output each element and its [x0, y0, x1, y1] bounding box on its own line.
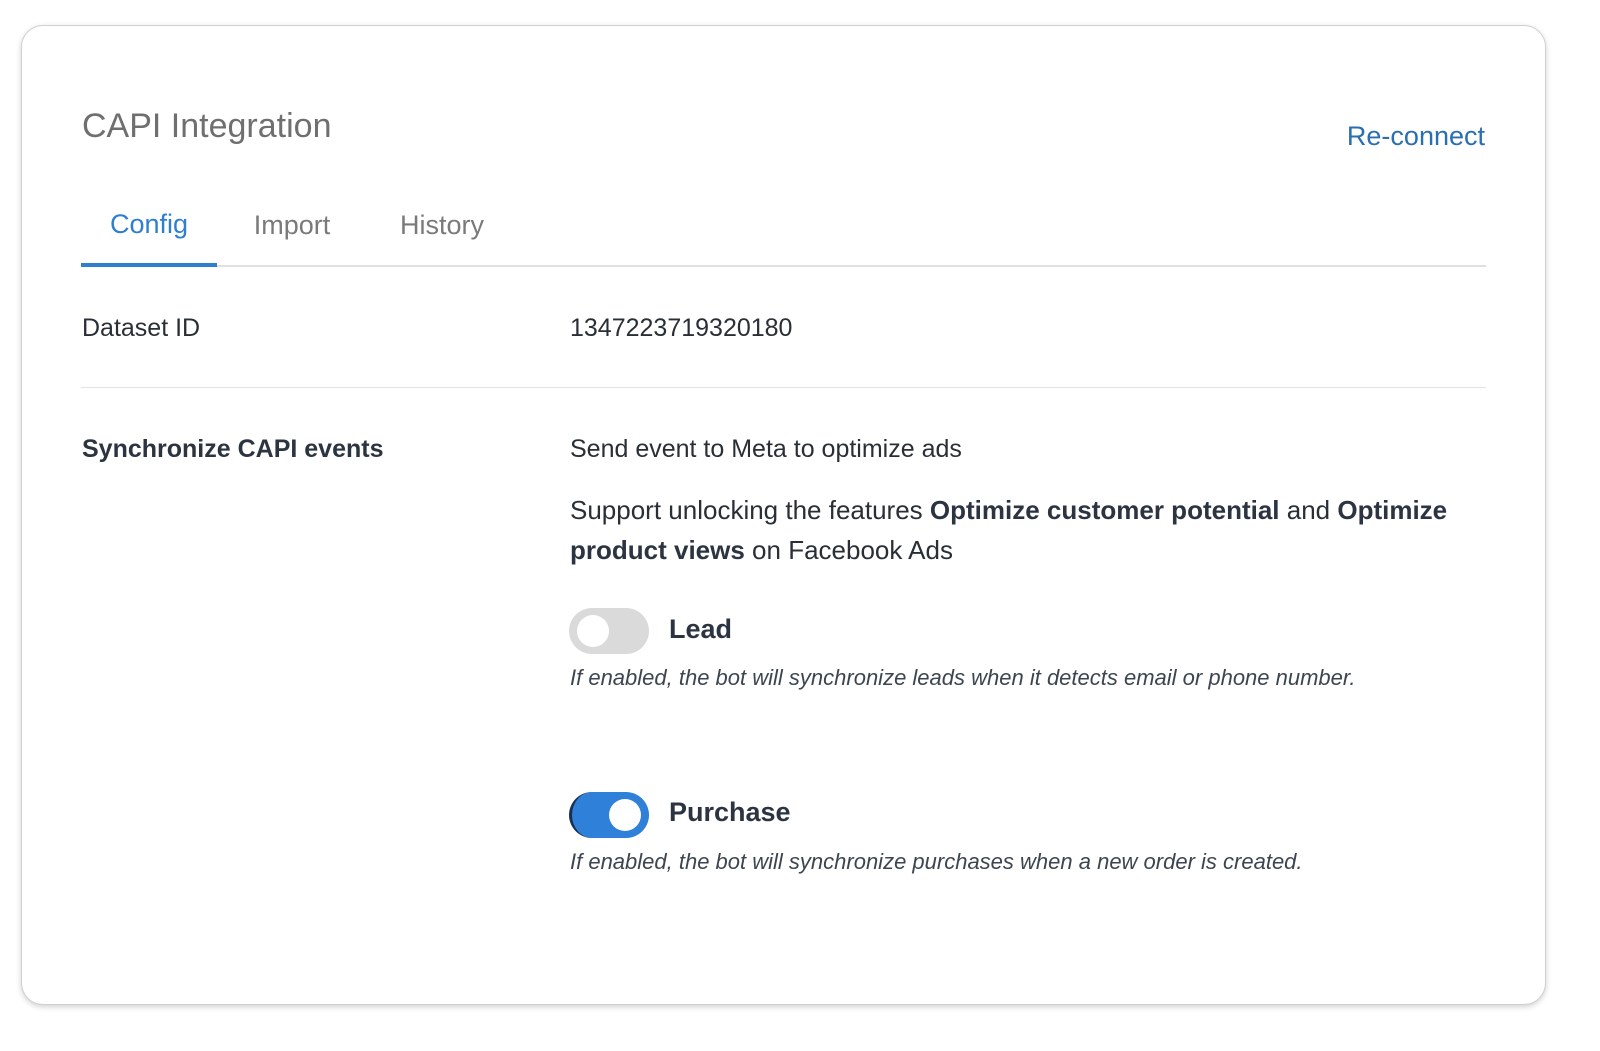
support-suffix: on Facebook Ads	[744, 535, 953, 565]
purchase-help-text: If enabled, the bot will synchronize pur…	[570, 849, 1303, 874]
tab-config[interactable]: Config	[81, 195, 217, 267]
sync-events-label: Synchronize CAPI events	[82, 435, 384, 463]
toggle-knob	[577, 615, 609, 647]
support-middle: and	[1279, 495, 1338, 525]
dataset-id-value: 1347223719320180	[570, 314, 793, 342]
section-divider	[81, 387, 1486, 388]
lead-help-text: If enabled, the bot will synchronize lea…	[570, 665, 1356, 690]
lead-toggle[interactable]	[569, 608, 649, 654]
tab-history[interactable]: History	[381, 195, 503, 267]
tab-bar: Config Import History	[81, 195, 1486, 267]
support-prefix: Support unlocking the features	[570, 495, 930, 525]
reconnect-link[interactable]: Re-connect	[1347, 118, 1485, 154]
feature-optimize-customer-potential: Optimize customer potential	[929, 495, 1280, 525]
toggle-knob	[609, 799, 641, 831]
features-support-text: Support unlocking the features Optimize …	[570, 490, 1450, 570]
sync-events-description: Send event to Meta to optimize ads	[570, 435, 962, 463]
page-title: CAPI Integration	[82, 107, 332, 145]
purchase-toggle-label: Purchase	[669, 797, 791, 827]
tab-import[interactable]: Import	[231, 195, 353, 267]
lead-toggle-label: Lead	[669, 614, 733, 644]
dataset-id-label: Dataset ID	[82, 314, 201, 342]
purchase-toggle[interactable]	[569, 792, 649, 838]
